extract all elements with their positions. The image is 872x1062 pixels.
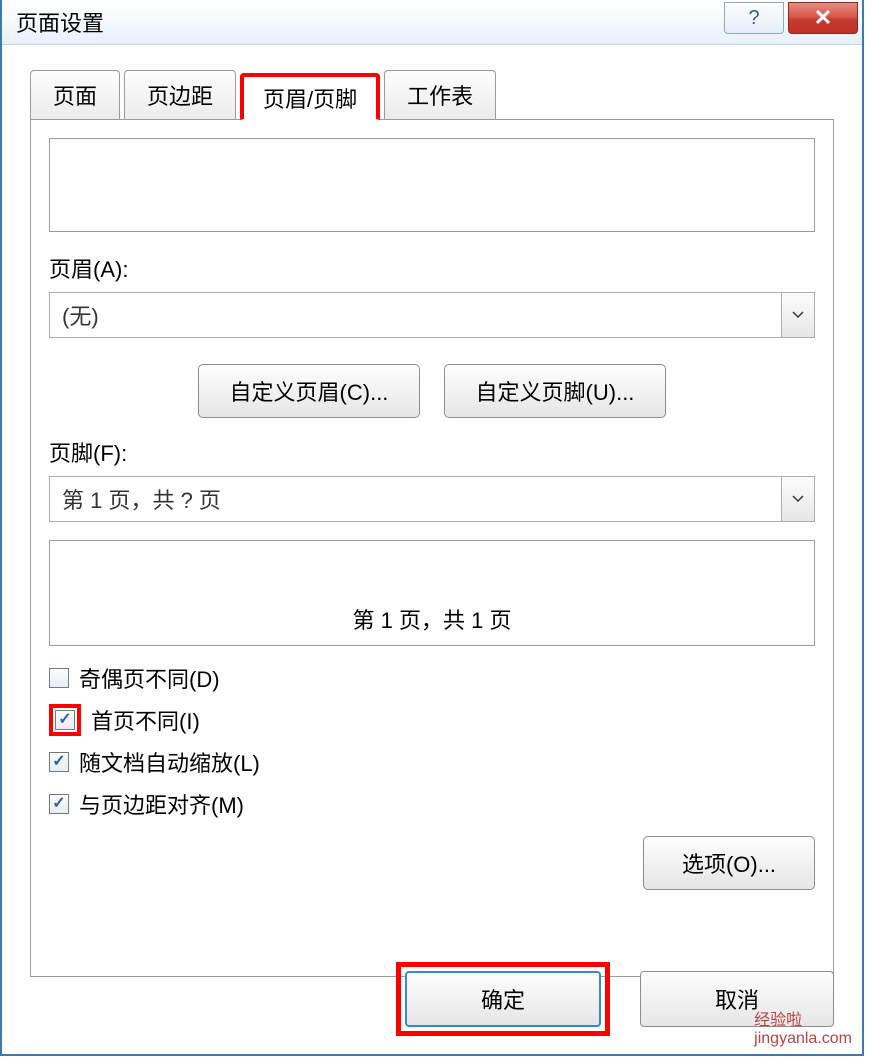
- header-preview: [49, 138, 815, 232]
- close-icon: ✕: [814, 5, 832, 31]
- check-align-label: 与页边距对齐(M): [79, 788, 244, 820]
- custom-footer-button[interactable]: 自定义页脚(U)...: [444, 364, 666, 418]
- check-scale-label: 随文档自动缩放(L): [79, 746, 260, 778]
- footer-preview: 第 1 页，共 1 页: [49, 540, 815, 646]
- options-button[interactable]: 选项(O)...: [643, 836, 815, 890]
- check-first-page-row: 首页不同(I): [49, 704, 815, 736]
- help-icon: ?: [748, 7, 759, 30]
- header-combo-dropdown[interactable]: [781, 293, 814, 337]
- ok-button[interactable]: 确定: [405, 971, 601, 1027]
- window-controls: ? ✕: [724, 0, 862, 40]
- chevron-down-icon: [792, 495, 804, 503]
- check-first-page[interactable]: [55, 710, 75, 730]
- ok-highlight: 确定: [396, 962, 610, 1036]
- custom-buttons-row: 自定义页眉(C)... 自定义页脚(U)...: [49, 364, 815, 418]
- tab-margins[interactable]: 页边距: [124, 70, 236, 120]
- page-setup-dialog: 页面设置 ? ✕ 页面 页边距 页眉/页脚 工作表 页眉(A): (无): [0, 0, 864, 1056]
- footer-combo-dropdown[interactable]: [781, 477, 814, 521]
- cancel-button[interactable]: 取消: [640, 971, 834, 1027]
- dialog-body: 页面 页边距 页眉/页脚 工作表 页眉(A): (无) 自定义页眉(C)... …: [2, 45, 862, 977]
- tab-header-footer[interactable]: 页眉/页脚: [240, 73, 380, 120]
- check-odd-even-row: 奇偶页不同(D): [49, 662, 815, 694]
- footer-combo-value: 第 1 页，共 ? 页: [50, 483, 221, 515]
- close-button[interactable]: ✕: [788, 2, 858, 34]
- tab-strip: 页面 页边距 页眉/页脚 工作表: [30, 73, 834, 119]
- check-odd-even[interactable]: [49, 668, 69, 688]
- custom-header-button[interactable]: 自定义页眉(C)...: [198, 364, 420, 418]
- titlebar[interactable]: 页面设置 ? ✕: [2, 0, 862, 45]
- check-align-row: 与页边距对齐(M): [49, 788, 815, 820]
- check-scale-row: 随文档自动缩放(L): [49, 746, 815, 778]
- check-align-margins[interactable]: [49, 794, 69, 814]
- footer-combo[interactable]: 第 1 页，共 ? 页: [49, 476, 815, 522]
- dialog-title: 页面设置: [2, 6, 104, 38]
- check-odd-even-label: 奇偶页不同(D): [79, 662, 220, 694]
- tab-sheet[interactable]: 工作表: [384, 70, 496, 120]
- tab-page[interactable]: 页面: [30, 70, 120, 120]
- dialog-buttons: 确定 取消: [396, 962, 834, 1036]
- chevron-down-icon: [792, 311, 804, 319]
- header-combo[interactable]: (无): [49, 292, 815, 338]
- checkbox-list: 奇偶页不同(D) 首页不同(I) 随文档自动缩放(L) 与页边距对齐(M): [49, 662, 815, 820]
- check-scale-with-doc[interactable]: [49, 752, 69, 772]
- footer-label: 页脚(F):: [49, 436, 815, 468]
- header-combo-value: (无): [50, 299, 99, 331]
- check-first-page-label: 首页不同(I): [91, 704, 200, 736]
- footer-preview-text: 第 1 页，共 1 页: [353, 603, 512, 635]
- help-button[interactable]: ?: [724, 2, 784, 34]
- tab-panel: 页眉(A): (无) 自定义页眉(C)... 自定义页脚(U)... 页脚(F)…: [30, 119, 834, 977]
- options-row: 选项(O)...: [49, 836, 815, 890]
- highlight-box: [49, 704, 81, 736]
- header-label: 页眉(A):: [49, 252, 815, 284]
